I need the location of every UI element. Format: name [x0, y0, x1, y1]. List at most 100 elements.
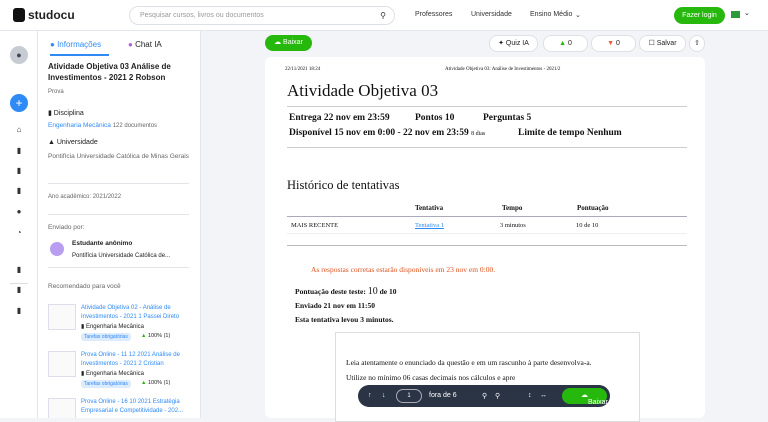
books-icon[interactable]: ▮: [14, 146, 24, 155]
save-button[interactable]: ☐ Salvar: [639, 35, 686, 52]
thumbnail: [48, 351, 76, 377]
rec-title[interactable]: Atividade Objetiva 02 - Análise de Inves…: [81, 304, 193, 322]
row-score: 10 de 10: [576, 222, 599, 229]
like-button[interactable]: ▲ 0: [543, 35, 588, 52]
label: Disciplina: [53, 110, 84, 117]
arrow-up-icon[interactable]: ↑: [368, 392, 372, 399]
recommended-item[interactable]: Prova Online - 11 12 2021 Análise de Inv…: [48, 351, 193, 396]
rec-tag: Tarefas obrigatórias: [81, 333, 131, 341]
course: Engenharia Mecânica: [85, 371, 145, 377]
print-date: 22/11/2021 18:24: [285, 67, 321, 72]
login-button[interactable]: Fazer login: [674, 7, 725, 24]
nav-universidade[interactable]: Universidade: [471, 11, 512, 18]
add-button[interactable]: +: [10, 94, 28, 112]
document-page: 22/11/2021 18:24 Atividade Objetiva 03: …: [265, 57, 705, 422]
dislike-button[interactable]: ▼ 0: [591, 35, 636, 52]
label: Quiz IA: [505, 40, 529, 47]
col-tempo: Tempo: [502, 204, 523, 212]
university-link[interactable]: Pontifícia Universidade Católica de Mina…: [48, 152, 193, 161]
sent-time: Enviado 21 nov em 11:50: [295, 301, 376, 310]
nav-professores[interactable]: Professores: [415, 11, 452, 18]
download-button[interactable]: ☁ Baixar: [562, 388, 608, 406]
question-text: Leia atentamente o enunciado da questão …: [346, 358, 592, 382]
zoom-in-icon[interactable]: ⚲: [495, 392, 500, 400]
thumbnail: [48, 304, 76, 330]
col-pontuacao: Pontuação: [577, 204, 609, 212]
discipline-label: ▮ Disciplina: [48, 110, 84, 117]
time-limit: Limite de tempo Nenhum: [518, 128, 622, 138]
rec-likes: ▲ 100% (1): [141, 333, 170, 339]
academic-year: Ano acadêmico: 2021/2022: [48, 194, 122, 200]
score-line: Pontuação deste teste: 10 de 10: [295, 286, 396, 297]
notes-icon[interactable]: ▮: [14, 166, 24, 175]
sent-by-label: Enviado por:: [48, 224, 85, 231]
thumbs-up-icon: ▲: [141, 333, 147, 339]
courses-icon[interactable]: ▮: [14, 186, 24, 195]
divider: [48, 267, 189, 268]
page-count: fora de 6: [429, 392, 457, 399]
row-label: MAIS RECENTE: [291, 222, 339, 229]
share-icon[interactable]: ⇧: [689, 35, 705, 52]
fit-height-icon[interactable]: ↕: [528, 392, 532, 399]
recommended-item[interactable]: Atividade Objetiva 02 - Análise de Inves…: [48, 304, 193, 349]
answers-notice: As respostas corretas estarão disponívei…: [311, 265, 496, 274]
info-panel: ● Informações ● Chat IA Atividade Objeti…: [38, 31, 201, 418]
rec-title[interactable]: Prova Online - 16 10 2021 Estratégia Emp…: [81, 398, 193, 416]
discipline-link[interactable]: Engenharia Mecânica: [48, 122, 111, 129]
tab-informacoes[interactable]: ● Informações: [50, 40, 110, 56]
rec-tag: Tarefas obrigatórias: [81, 380, 131, 388]
page-navigation-bar: ↑ ↓ 1 fora de 6 ⚲ ⚲ ↕ ↔ ☁ Baixar: [358, 385, 610, 407]
quiz-ia-button[interactable]: ✦ Quiz IA: [489, 35, 538, 52]
availability: Disponível 15 nov em 0:00 - 22 nov em 23…: [289, 128, 485, 138]
studocu-logo[interactable]: studocu: [13, 8, 75, 22]
brazil-flag-icon[interactable]: [731, 11, 740, 18]
arrow-down-icon[interactable]: ↓: [382, 392, 386, 399]
university-label: ▲ Universidade: [48, 139, 98, 146]
nav-ensino-medio[interactable]: Ensino Médio: [530, 11, 572, 18]
like-count: 0: [567, 40, 572, 47]
col-tentativa: Tentativa: [415, 204, 444, 212]
divider: [287, 216, 687, 217]
avatar[interactable]: ●: [10, 46, 28, 64]
recommended-item[interactable]: Prova Online - 16 10 2021 Estratégia Emp…: [48, 398, 193, 418]
score: 10: [367, 286, 378, 297]
attempt-link[interactable]: Tentativa 1: [415, 222, 444, 229]
doc-title: Atividade Objetiva 03: [287, 81, 439, 100]
label: Pontuação deste teste:: [295, 287, 366, 296]
page-number-input[interactable]: 1: [396, 389, 422, 403]
rec-title[interactable]: Prova Online - 11 12 2021 Análise de Inv…: [81, 351, 193, 369]
divider: [287, 245, 687, 246]
search-input[interactable]: Pesquisar cursos, livros ou documentos ⚲: [129, 6, 395, 25]
history-heading: Histórico de tentativas: [287, 178, 400, 192]
uploader-avatar: [50, 242, 64, 256]
questions: Perguntas 5: [483, 113, 532, 123]
search-icon[interactable]: ⚲: [380, 11, 386, 20]
uploader-name: Estudante anônimo: [72, 240, 133, 247]
rec-course: ▮ Engenharia Mecânica: [81, 324, 145, 330]
shared-folder-icon[interactable]: ▮: [14, 306, 24, 315]
folder-icon[interactable]: ▮: [14, 265, 24, 274]
history-icon[interactable]: ◔: [14, 228, 24, 237]
document-title: Atividade Objetiva 03 Análise de Investi…: [48, 62, 171, 82]
due-date: Entrega 22 nov em 23:59: [289, 113, 390, 123]
chat-icon[interactable]: ●: [14, 207, 24, 216]
zoom-out-icon[interactable]: ⚲: [482, 392, 487, 400]
chevron-down-icon[interactable]: ⌄: [575, 11, 581, 19]
home-icon[interactable]: ⌂: [14, 125, 24, 134]
logo-text: studocu: [28, 8, 75, 22]
download-button[interactable]: ☁ Baixar: [265, 35, 312, 51]
tab-label: Informações: [57, 40, 102, 49]
label: Salvar: [656, 40, 677, 47]
available: Disponível 15 nov em 0:00 - 22 nov em 23…: [289, 128, 469, 138]
divider: [287, 106, 687, 107]
fit-width-icon[interactable]: ↔: [540, 392, 547, 399]
divider: [287, 147, 687, 148]
label: Baixar: [588, 399, 608, 406]
tab-chat-ia[interactable]: ● Chat IA: [128, 40, 162, 49]
chevron-down-icon[interactable]: ⌄: [744, 9, 750, 17]
days: 8 dias: [471, 131, 486, 137]
likes: 100% (1): [147, 380, 171, 386]
library-icon[interactable]: ▮: [14, 285, 24, 294]
discipline-row: Engenharia Mecânica 122 documentos: [48, 122, 157, 129]
divider: [48, 183, 189, 184]
